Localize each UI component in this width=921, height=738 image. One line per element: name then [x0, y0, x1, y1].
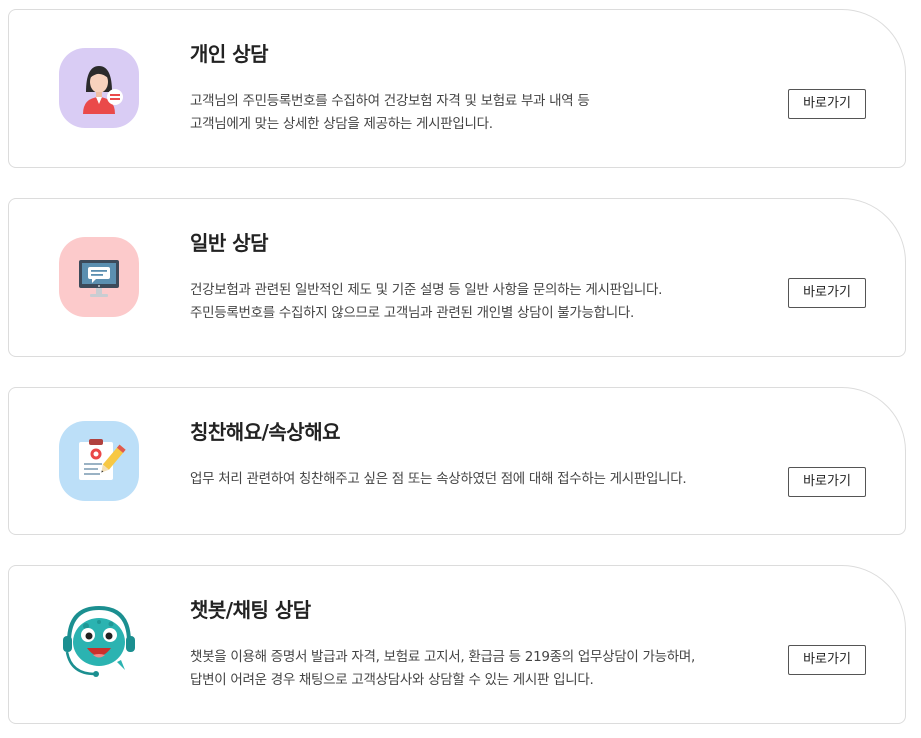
- monitor-chat-icon: [59, 237, 139, 317]
- card-description: 챗봇을 이용해 증명서 발급과 자격, 보험료 고지서, 환급금 등 219종의…: [190, 646, 695, 692]
- counsel-card-feedback: 칭찬해요/속상해요 업무 처리 관련하여 칭찬해주고 싶은 점 또는 속상하였던…: [8, 387, 906, 535]
- card-description: 업무 처리 관련하여 칭찬해주고 싶은 점 또는 속상하였던 점에 대해 접수하…: [190, 468, 687, 491]
- card-title: 챗봇/채팅 상담: [190, 598, 311, 622]
- chatbot-mascot-icon: [59, 602, 139, 682]
- counsel-card-chatbot: 챗봇/채팅 상담 챗봇을 이용해 증명서 발급과 자격, 보험료 고지서, 환급…: [8, 565, 906, 724]
- card-description-line: 답변이 어려운 경우 채팅으로 고객상담사와 상담할 수 있는 게시판 입니다.: [190, 672, 594, 688]
- card-title: 칭찬해요/속상해요: [190, 420, 341, 444]
- card-description-line: 챗봇을 이용해 증명서 발급과 자격, 보험료 고지서, 환급금 등 219종의…: [190, 649, 695, 665]
- counsel-card-general: 일반 상담 건강보험과 관련된 일반적인 제도 및 기준 설명 등 일반 사항을…: [8, 198, 906, 357]
- shortcut-button[interactable]: 바로가기: [788, 467, 866, 497]
- card-title: 일반 상담: [190, 231, 269, 255]
- card-description-line: 업무 처리 관련하여 칭찬해주고 싶은 점 또는 속상하였던 점에 대해 접수하…: [190, 471, 687, 487]
- counselor-woman-icon: [59, 48, 139, 128]
- shortcut-button[interactable]: 바로가기: [788, 278, 866, 308]
- shortcut-button[interactable]: 바로가기: [788, 645, 866, 675]
- card-description-line: 고객님의 주민등록번호를 수집하여 건강보험 자격 및 보험료 부과 내역 등: [190, 93, 590, 109]
- card-description: 고객님의 주민등록번호를 수집하여 건강보험 자격 및 보험료 부과 내역 등 …: [190, 90, 590, 136]
- card-description-line: 주민등록번호를 수집하지 않으므로 고객님과 관련된 개인별 상담이 불가능합니…: [190, 305, 635, 321]
- shortcut-button[interactable]: 바로가기: [788, 89, 866, 119]
- card-description-line: 건강보험과 관련된 일반적인 제도 및 기준 설명 등 일반 사항을 문의하는 …: [190, 282, 663, 298]
- card-description: 건강보험과 관련된 일반적인 제도 및 기준 설명 등 일반 사항을 문의하는 …: [190, 279, 662, 325]
- counsel-card-personal: 개인 상담 고객님의 주민등록번호를 수집하여 건강보험 자격 및 보험료 부과…: [8, 9, 906, 168]
- clipboard-pencil-icon: [59, 421, 139, 501]
- card-description-line: 고객님에게 맞는 상세한 상담을 제공하는 게시판입니다.: [190, 116, 493, 132]
- card-title: 개인 상담: [190, 42, 269, 66]
